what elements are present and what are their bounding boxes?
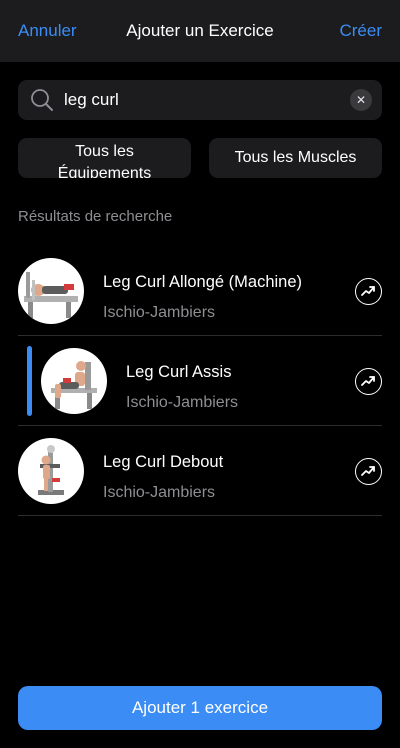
- nav-header: Annuler Ajouter un Exercice Créer: [0, 0, 400, 62]
- section-label: Résultats de recherche: [18, 208, 173, 225]
- list-item[interactable]: Leg Curl Allongé (Machine) Ischio-Jambie…: [18, 246, 382, 336]
- trending-icon[interactable]: [355, 278, 382, 305]
- equipment-filter-button[interactable]: Tous les Équipements: [18, 138, 191, 178]
- search-bar[interactable]: leg curl ✕: [18, 80, 382, 120]
- search-icon: [30, 88, 54, 112]
- muscles-filter-button[interactable]: Tous les Muscles: [209, 138, 382, 178]
- add-exercise-button[interactable]: Ajouter 1 exercice: [18, 686, 382, 730]
- exercise-muscle: Ischio-Jambiers: [103, 304, 216, 321]
- trending-icon[interactable]: [355, 458, 382, 485]
- exercise-muscle: Ischio-Jambiers: [126, 394, 239, 411]
- exercise-name: Leg Curl Allongé (Machine): [103, 273, 303, 291]
- list-item[interactable]: Leg Curl Debout Ischio-Jambiers: [18, 426, 382, 516]
- selection-indicator: [27, 346, 32, 416]
- clear-icon[interactable]: ✕: [350, 89, 372, 111]
- exercise-name: Leg Curl Assis: [126, 363, 232, 381]
- muscles-filter-label: Tous les Muscles: [234, 149, 357, 166]
- exercise-thumbnail: [18, 438, 84, 504]
- divider: [18, 515, 382, 516]
- exercise-thumbnail: [18, 258, 84, 324]
- equipment-filter-label: Tous les Équipements: [57, 143, 152, 178]
- list-item[interactable]: Leg Curl Assis Ischio-Jambiers: [18, 336, 382, 426]
- exercise-thumbnail: [41, 348, 107, 414]
- trending-icon[interactable]: [355, 368, 382, 395]
- search-input[interactable]: leg curl: [64, 90, 119, 110]
- exercise-name: Leg Curl Debout: [103, 453, 224, 471]
- create-button[interactable]: Créer: [339, 21, 382, 41]
- exercise-muscle: Ischio-Jambiers: [103, 484, 216, 501]
